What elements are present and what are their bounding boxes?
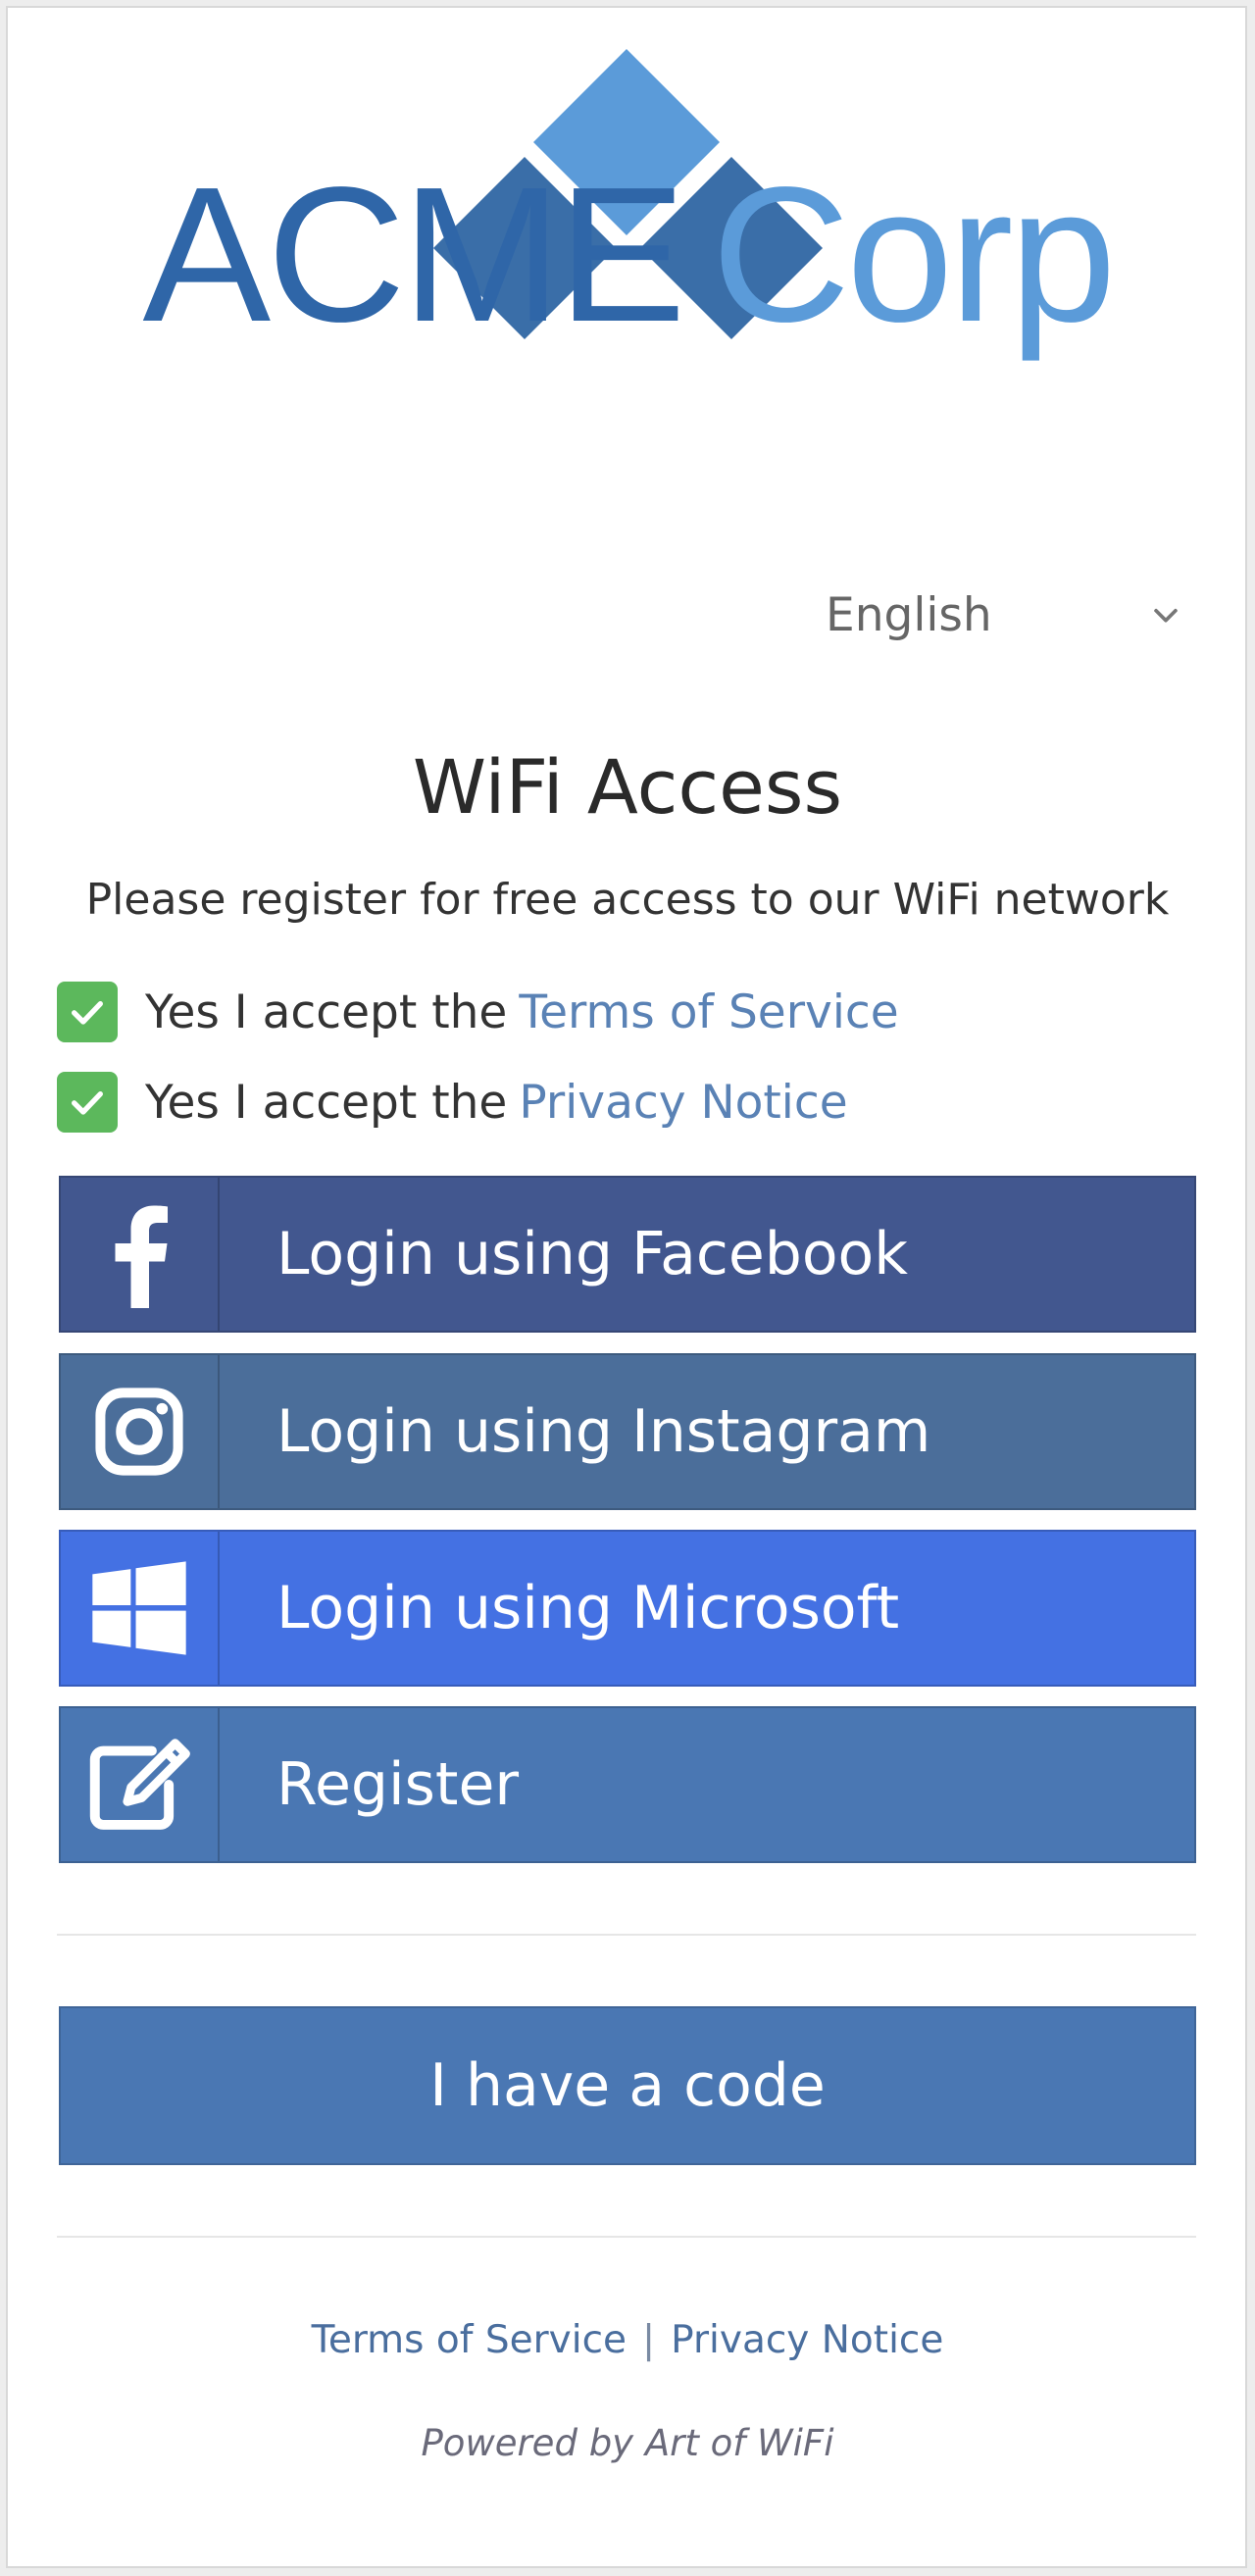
privacy-notice-link[interactable]: Privacy Notice: [519, 1076, 847, 1130]
footer-links: Terms of Service | Privacy Notice: [0, 2318, 1255, 2362]
footer-privacy-link[interactable]: Privacy Notice: [671, 2318, 943, 2362]
logo-acme: ACME: [142, 147, 685, 362]
privacy-consent-row: Yes I accept the Privacy Notice: [57, 1071, 848, 1134]
powered-by: Powered by Art of WiFi: [421, 2422, 834, 2464]
facebook-icon: [61, 1178, 220, 1331]
instagram-login-label: Login using Instagram: [276, 1397, 931, 1466]
divider: [57, 1934, 1196, 1936]
check-icon: [72, 1091, 104, 1115]
terms-consent-label: Yes I accept the: [145, 985, 508, 1039]
page-title: WiFi Access: [412, 743, 843, 831]
windows-icon: [61, 1532, 220, 1685]
chevron-down-icon: [1154, 608, 1178, 623]
microsoft-login-label: Login using Microsoft: [276, 1574, 900, 1642]
terms-checkbox[interactable]: [57, 982, 118, 1042]
facebook-login-button[interactable]: Login using Facebook: [59, 1176, 1196, 1333]
register-label: Register: [276, 1750, 520, 1819]
instagram-icon: [61, 1355, 220, 1508]
page-subtitle: Please register for free access to our W…: [85, 875, 1170, 925]
edit-icon: [61, 1708, 220, 1861]
microsoft-login-button[interactable]: Login using Microsoft: [59, 1530, 1196, 1687]
footer-terms-link[interactable]: Terms of Service: [312, 2318, 627, 2362]
instagram-login-button[interactable]: Login using Instagram: [59, 1353, 1196, 1510]
privacy-checkbox[interactable]: [57, 1072, 118, 1133]
footer-separator: |: [642, 2318, 656, 2362]
logo-corp: Corp: [711, 147, 1117, 362]
language-select-value: English: [826, 587, 992, 642]
terms-consent-row: Yes I accept the Terms of Service: [57, 981, 899, 1043]
check-icon: [72, 1001, 104, 1025]
terms-of-service-link[interactable]: Terms of Service: [519, 985, 898, 1039]
divider: [57, 2236, 1196, 2238]
have-code-button[interactable]: I have a code: [59, 2006, 1196, 2165]
facebook-login-label: Login using Facebook: [276, 1220, 909, 1288]
language-select[interactable]: English: [814, 579, 1196, 651]
register-button[interactable]: Register: [59, 1706, 1196, 1863]
logo-wordmark: ACME Corp: [0, 159, 1255, 351]
privacy-consent-label: Yes I accept the: [145, 1075, 508, 1130]
